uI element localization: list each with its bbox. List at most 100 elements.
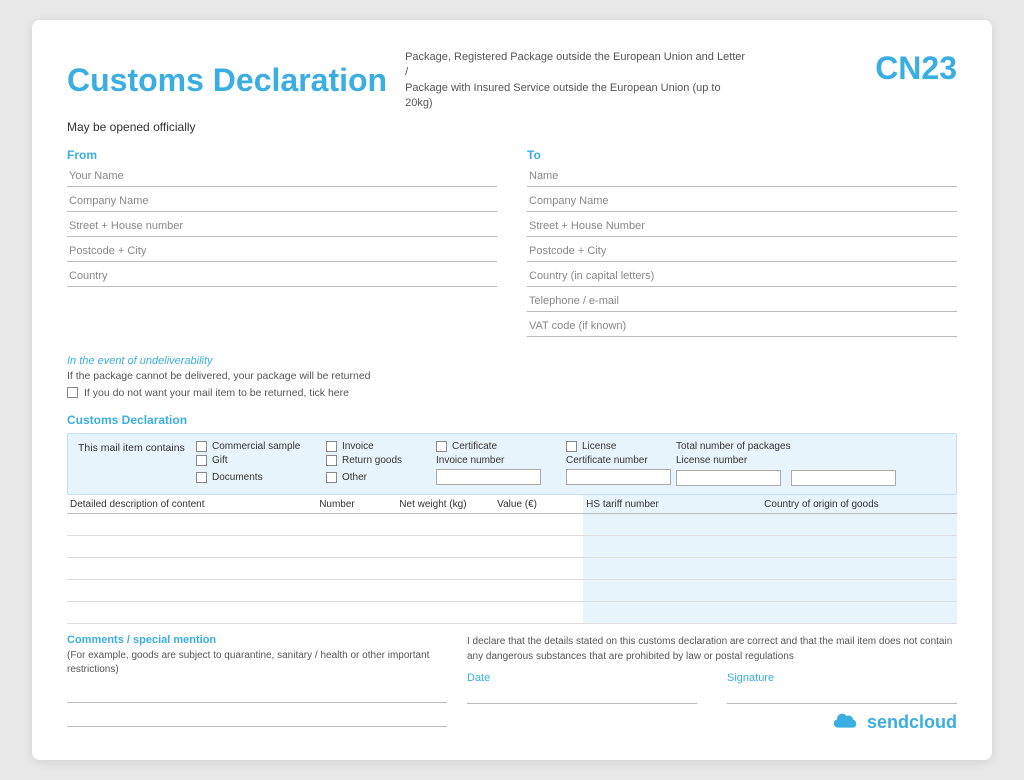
to-postcode-input[interactable] <box>527 241 957 262</box>
to-vat-input[interactable] <box>527 316 957 337</box>
to-company-input[interactable] <box>527 191 957 212</box>
country-cell <box>761 579 957 601</box>
license-cb: License <box>566 441 676 452</box>
to-name-input[interactable] <box>527 166 957 187</box>
from-label: From <box>67 148 497 162</box>
desc-cell <box>67 513 316 535</box>
license-label: License <box>582 441 616 452</box>
certificate-number-label: Certificate number <box>566 455 676 466</box>
invoice-cb: Invoice <box>326 441 436 452</box>
header-left: Customs Declaration Package, Registered … <box>67 50 875 112</box>
commercial-sample-checkbox[interactable] <box>196 441 207 452</box>
date-line <box>467 686 697 704</box>
no-return-checkbox[interactable] <box>67 387 78 398</box>
other-cb: Other <box>326 472 436 483</box>
cloud-icon <box>831 712 859 732</box>
desc-cell <box>67 601 316 623</box>
from-country-input[interactable] <box>67 266 497 287</box>
no-return-label: If you do not want your mail item to be … <box>84 387 349 399</box>
col-value: Value (€) <box>494 495 583 514</box>
weight-cell <box>396 557 494 579</box>
weight-cell <box>396 513 494 535</box>
number-cell <box>316 557 396 579</box>
to-telephone-input[interactable] <box>527 291 957 312</box>
value-cell <box>494 535 583 557</box>
documents-cb: Documents <box>196 472 326 483</box>
invoice-label: Invoice <box>342 441 374 452</box>
customs-declaration-form: Customs Declaration Package, Registered … <box>32 20 992 760</box>
license-number-input[interactable] <box>676 470 781 486</box>
total-packages-input[interactable] <box>791 470 896 486</box>
sendcloud-text: sendcloud <box>867 712 957 733</box>
undeliverability-text: If the package cannot be delivered, your… <box>67 370 957 382</box>
gift-label: Gift <box>212 455 228 466</box>
signature-label: Signature <box>727 672 957 684</box>
content-table: Detailed description of content Number N… <box>67 495 957 624</box>
declaration-section: I declare that the details stated on thi… <box>467 634 957 733</box>
undeliverability-title: In the event of undeliverability <box>67 355 957 367</box>
header-description: Package, Registered Package outside the … <box>405 50 745 112</box>
from-street-input[interactable] <box>67 216 497 237</box>
weight-cell <box>396 579 494 601</box>
commercial-sample-cb: Commercial sample <box>196 441 326 452</box>
to-country-input[interactable] <box>527 266 957 287</box>
mail-type-area: This mail item contains Commercial sampl… <box>67 433 957 495</box>
from-company-input[interactable] <box>67 191 497 212</box>
no-return-checkbox-row: If you do not want your mail item to be … <box>67 387 957 399</box>
other-label: Other <box>342 472 367 483</box>
desc-cell <box>67 535 316 557</box>
customs-declaration-label: Customs Declaration <box>67 413 957 427</box>
country-cell <box>761 513 957 535</box>
country-cell <box>761 601 957 623</box>
date-item: Date <box>467 672 697 704</box>
hs-cell <box>583 579 761 601</box>
weight-cell <box>396 535 494 557</box>
other-checkbox[interactable] <box>326 472 337 483</box>
col-weight: Net weight (kg) <box>396 495 494 514</box>
from-postcode-input[interactable] <box>67 241 497 262</box>
from-name-input[interactable] <box>67 166 497 187</box>
value-cell <box>494 513 583 535</box>
col-description: Detailed description of content <box>67 495 316 514</box>
invoice-number-label: Invoice number <box>436 455 566 466</box>
col-hs: HS tariff number <box>583 495 761 514</box>
to-label: To <box>527 148 957 162</box>
country-cell <box>761 557 957 579</box>
license-checkbox[interactable] <box>566 441 577 452</box>
desc-cell <box>67 557 316 579</box>
may-be-opened-text: May be opened officially <box>67 120 957 134</box>
hs-cell <box>583 535 761 557</box>
hs-cell <box>583 557 761 579</box>
certificate-cb: Certificate <box>436 441 566 452</box>
to-street-input[interactable] <box>527 216 957 237</box>
return-goods-checkbox[interactable] <box>326 455 337 466</box>
mail-item-contains-label: This mail item contains <box>78 441 188 454</box>
invoice-number-input[interactable] <box>436 469 541 485</box>
from-section: From <box>67 148 497 341</box>
table-row <box>67 513 957 535</box>
undeliverability-section: In the event of undeliverability If the … <box>67 355 957 399</box>
table-row <box>67 557 957 579</box>
gift-checkbox[interactable] <box>196 455 207 466</box>
number-cell <box>316 601 396 623</box>
bottom-area: Comments / special mention (For example,… <box>67 634 957 735</box>
certificate-checkbox[interactable] <box>436 441 447 452</box>
return-goods-cb: Return goods <box>326 455 436 466</box>
date-label: Date <box>467 672 697 684</box>
sendcloud-logo: sendcloud <box>467 712 957 733</box>
header: Customs Declaration Package, Registered … <box>67 50 957 112</box>
invoice-checkbox[interactable] <box>326 441 337 452</box>
comments-title: Comments / special mention <box>67 634 447 646</box>
value-cell <box>494 557 583 579</box>
declaration-text: I declare that the details stated on thi… <box>467 634 957 664</box>
value-cell <box>494 579 583 601</box>
documents-checkbox[interactable] <box>196 472 207 483</box>
signature-item: Signature <box>727 672 957 704</box>
table-row <box>67 579 957 601</box>
comments-line-1 <box>67 687 447 703</box>
col-country: Country of origin of goods <box>761 495 957 514</box>
documents-label: Documents <box>212 472 263 483</box>
certificate-number-input[interactable] <box>566 469 671 485</box>
comments-line-2 <box>67 711 447 727</box>
commercial-sample-label: Commercial sample <box>212 441 300 452</box>
